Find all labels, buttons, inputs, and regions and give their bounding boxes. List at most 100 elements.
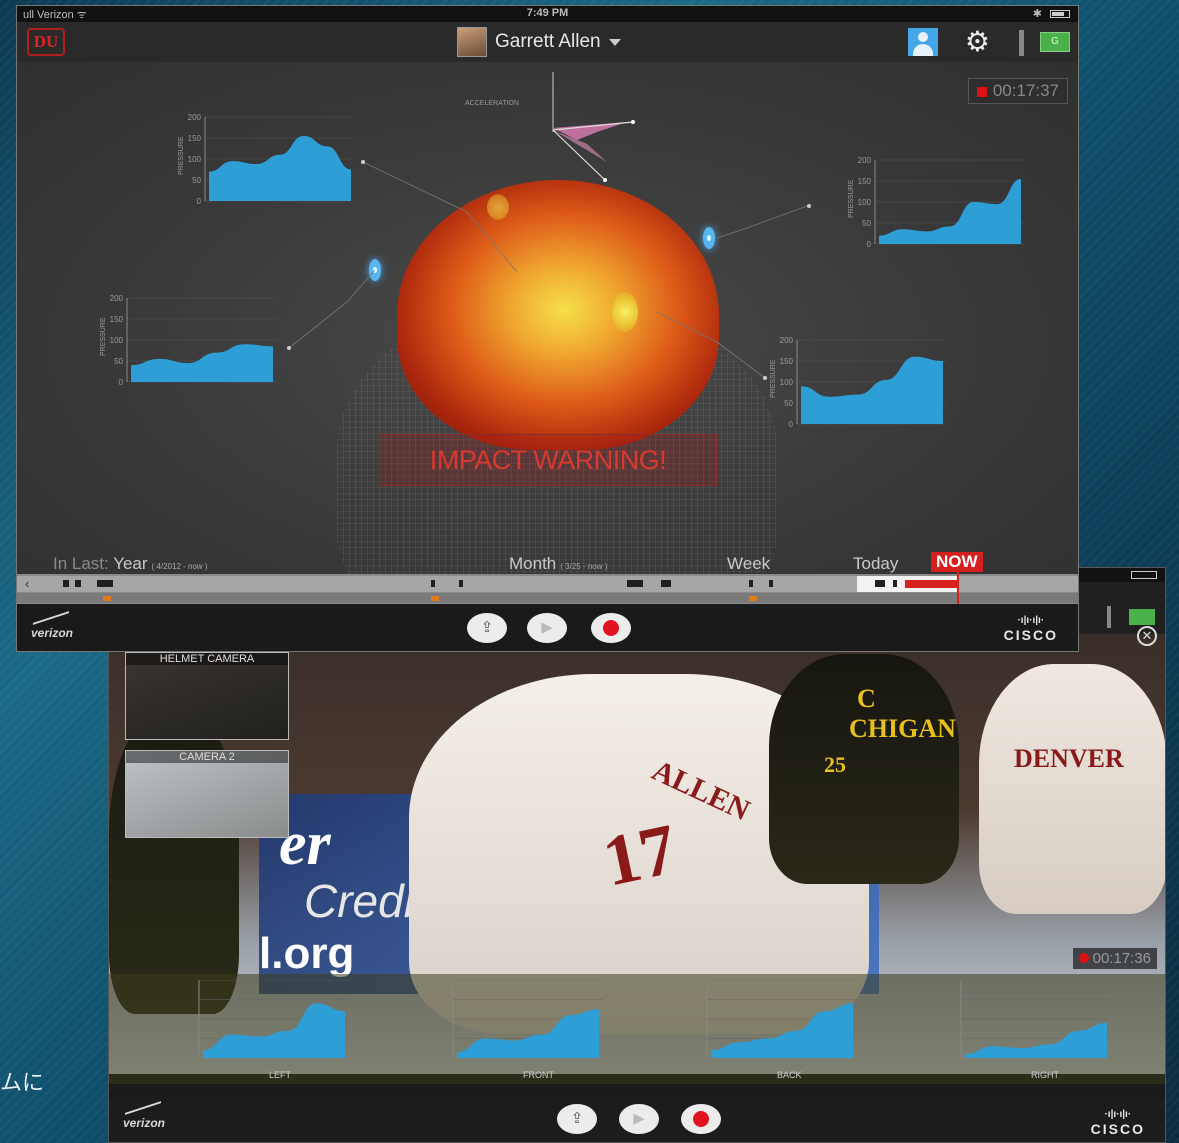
du-logo: DU (27, 28, 65, 56)
tick-label: 200 (110, 294, 124, 303)
status-green-icon[interactable]: G (1040, 32, 1070, 52)
pressure-chart-svg: 200 150 100 50 0 PRESSURE (100, 294, 277, 387)
tick-label: 50 (784, 399, 793, 408)
tick-label: 100 (780, 378, 794, 387)
range-week[interactable]: Week (727, 554, 770, 574)
sensor-icon[interactable] (369, 259, 381, 281)
mini-chart-right[interactable]: RIGHT (931, 980, 1165, 1084)
range-year[interactable]: In Last: Year( 4/2012 - now ) (53, 554, 208, 574)
event-mark (875, 580, 885, 587)
mini-chart-label: FRONT (523, 1070, 554, 1080)
event-mark (661, 580, 671, 587)
axis-title: PRESSURE (178, 136, 185, 175)
pressure-chart-top-left[interactable]: 200 150 100 50 0 PRESSURE (177, 113, 357, 207)
acceleration-vector-graph (552, 72, 635, 182)
tick-label: 0 (867, 240, 872, 249)
chevron-left-icon[interactable]: ‹ (25, 576, 29, 591)
tick-label: 150 (858, 177, 872, 186)
impact-hotspot (487, 194, 509, 220)
pressure-area (457, 1009, 599, 1058)
mini-chart-svg (706, 980, 857, 1058)
axis-title: PRESSURE (770, 359, 777, 398)
camera-2-thumb[interactable]: CAMERA 2 (125, 750, 289, 838)
cisco-bars: ·ı|ı·ı|ı· (1104, 1109, 1132, 1120)
acceleration-label: ACCELERATION (465, 100, 519, 107)
pressure-chart-mid-right[interactable]: 200 150 100 50 0 PRESSURE (769, 336, 949, 430)
battery-icon (1050, 10, 1070, 18)
month-range: ( 3/25 - now ) (560, 562, 608, 571)
tick-label: 200 (858, 156, 872, 165)
video-screen: er Credit l.org ALLEN 17 CHIGAN C 25 DEN… (108, 567, 1166, 1143)
pressure-chart-svg: 200 150 100 50 0 PRESSURE (770, 336, 947, 429)
tick-label: 0 (789, 420, 794, 429)
recording-timer: 00:17:36 (1072, 948, 1157, 969)
mini-chart-front[interactable]: FRONT (423, 980, 663, 1084)
pressure-area (879, 178, 1021, 244)
profile-icon[interactable] (908, 28, 938, 56)
timeline-scrubber[interactable]: ‹ (17, 570, 1078, 604)
carrier-label: ull Verizon ᯤ (23, 9, 87, 21)
impact-visualization: 00:17:37 ACCELERATION 200 150 100 50 0 P… (17, 62, 1078, 632)
tick-label: 100 (858, 198, 872, 207)
mini-chart-svg (198, 980, 349, 1058)
playhead[interactable] (957, 570, 959, 604)
tick-label: 50 (192, 176, 201, 185)
in-last-label: In Last: (53, 554, 109, 573)
event-mark (749, 580, 753, 587)
mini-chart-svg (960, 980, 1111, 1058)
clock: 7:49 PM (526, 7, 569, 19)
event-mark (627, 580, 643, 587)
mini-chart-left[interactable]: LEFT (169, 980, 409, 1084)
axis-title: PRESSURE (100, 317, 107, 356)
close-icon[interactable]: ✕ (1137, 626, 1157, 646)
top-bar: DU Garrett Allen ⚙ G (17, 22, 1078, 62)
cisco-logo: ·ı|ı·ı|ı· CISCO (1091, 1108, 1145, 1136)
tick-label: 50 (114, 357, 123, 366)
range-month[interactable]: Month( 3/25 - now ) (509, 554, 607, 574)
share-button[interactable]: ⇪ (467, 613, 507, 643)
pressure-chart-svg: 200 150 100 50 0 PRESSURE (178, 113, 355, 206)
event-mark (431, 580, 435, 587)
divider (1019, 30, 1024, 56)
play-button[interactable]: ▶ (527, 613, 567, 643)
jersey-number-25: 25 (824, 752, 846, 777)
now-badge[interactable]: NOW (931, 552, 983, 572)
sensor-icon[interactable] (703, 227, 715, 249)
event-mark (893, 580, 897, 587)
share-button[interactable]: ⇪ (557, 1104, 597, 1134)
mini-chart-back[interactable]: BACK (677, 980, 917, 1084)
cisco-text: CISCO (1003, 627, 1058, 643)
pressure-chart-svg: 200 150 100 50 0 PRESSURE (848, 156, 1025, 249)
tick-label: 0 (119, 378, 124, 387)
pressure-area (711, 1003, 853, 1058)
status-bar: ull Verizon ᯤ 7:49 PM ✱ (17, 6, 1078, 22)
gear-icon[interactable]: ⚙ (965, 26, 990, 58)
range-today[interactable]: Today (853, 554, 898, 574)
pressure-chart-mid-left[interactable]: 200 150 100 50 0 PRESSURE (99, 294, 279, 388)
verizon-logo: verizon (123, 1116, 166, 1130)
event-mark (769, 580, 773, 587)
mini-chart-label: BACK (777, 1070, 802, 1080)
player-denver-right (979, 664, 1165, 914)
pressure-chart-top-right[interactable]: 200 150 100 50 0 PRESSURE (847, 156, 1027, 250)
pressure-area (131, 344, 273, 382)
record-button[interactable] (591, 613, 631, 643)
status-green-icon[interactable] (1129, 609, 1155, 625)
tick-label: 150 (110, 315, 124, 324)
impact-marker (749, 596, 757, 601)
play-button[interactable]: ▶ (619, 1104, 659, 1134)
timeline-lower-track (17, 593, 1078, 603)
user-selector[interactable]: Garrett Allen (457, 26, 621, 58)
verizon-logo: verizon (31, 626, 74, 640)
jersey-text-denver: DENVER (1014, 744, 1124, 773)
tick-label: 200 (780, 336, 794, 345)
jersey-letters: CHIGAN (849, 714, 956, 743)
helmet-camera-thumb[interactable]: HELMET CAMERA (125, 652, 289, 740)
recording-timer: 00:17:37 (967, 78, 1068, 104)
pressure-chart-row: LEFT FRONT BACK RIGHT (109, 974, 1165, 1084)
divider (1107, 606, 1111, 628)
record-button[interactable] (681, 1104, 721, 1134)
now-highlight (905, 580, 959, 588)
cisco-logo: ·ı|ı·ı|ı· CISCO (1004, 614, 1058, 642)
axis-title: PRESSURE (848, 179, 855, 218)
